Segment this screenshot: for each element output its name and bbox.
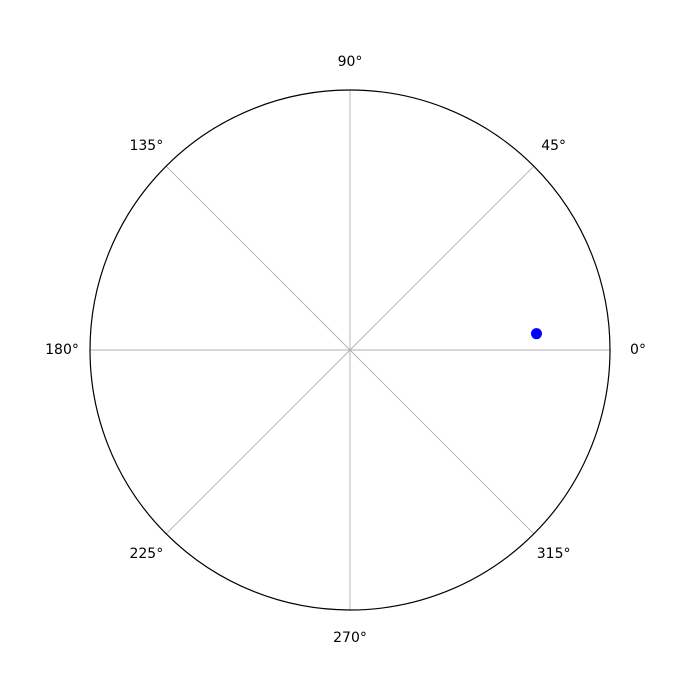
angular-tick-label: 90°: [338, 54, 363, 70]
angular-tick-label: 225°: [129, 546, 163, 562]
angular-tick-label: 45°: [541, 138, 566, 154]
angular-tick-label: 0°: [630, 342, 646, 358]
polar-chart: 0° 45° 90° 135° 180° 225° 270° 315°: [0, 0, 700, 700]
angular-gridline: [350, 350, 534, 534]
angular-tick-label: 180°: [45, 342, 79, 358]
angular-tick-label: 315°: [537, 546, 571, 562]
angular-gridline: [166, 350, 350, 534]
data-point: [531, 328, 542, 339]
angular-gridline: [166, 166, 350, 350]
polar-chart-svg: [0, 0, 700, 700]
angular-gridline: [350, 166, 534, 350]
angular-tick-label: 135°: [129, 138, 163, 154]
angular-tick-label: 270°: [333, 630, 367, 646]
